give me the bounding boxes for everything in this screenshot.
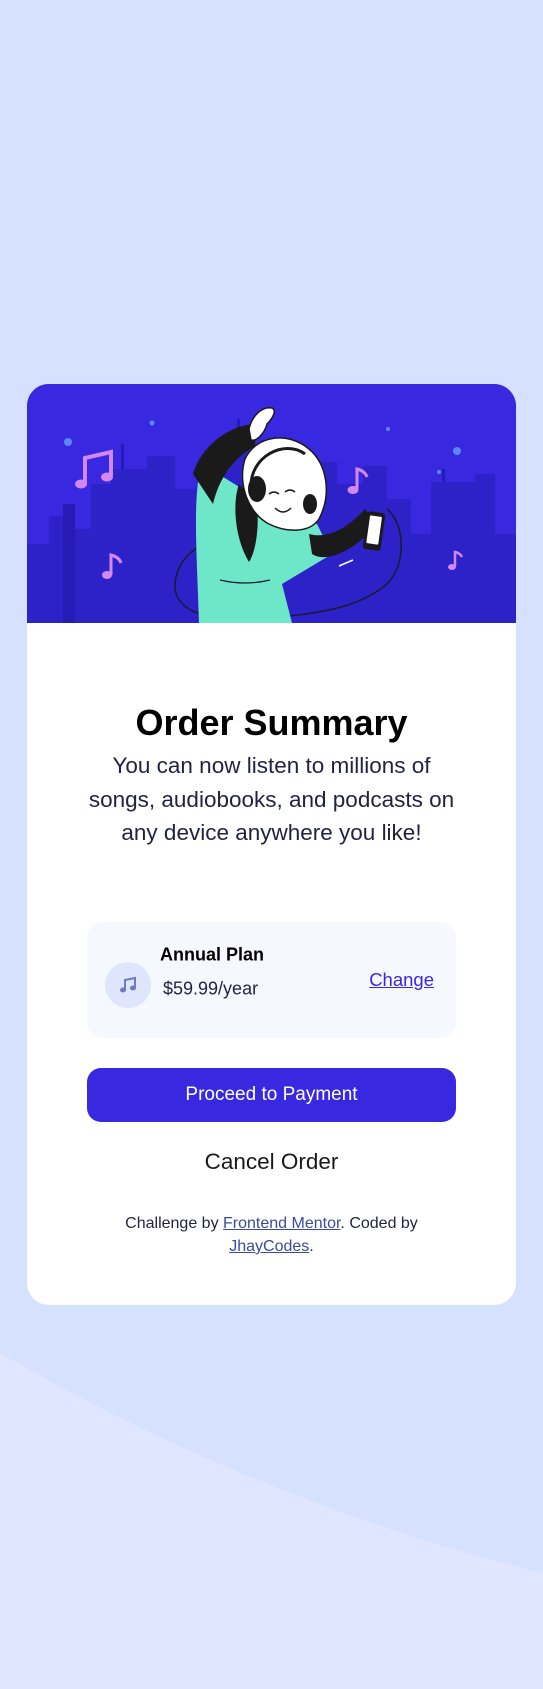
page-title: Order Summary	[135, 702, 408, 743]
attribution: Challenge by Frontend Mentor. Coded by J…	[87, 1212, 456, 1258]
change-plan-link[interactable]: Change	[369, 969, 434, 991]
music-note-icon	[105, 962, 151, 1008]
proceed-to-payment-button[interactable]: Proceed to Payment	[87, 1068, 456, 1122]
attribution-prefix: Challenge by	[125, 1215, 224, 1232]
plan-name: Annual Plan	[160, 944, 265, 965]
frontend-mentor-link[interactable]: Frontend Mentor	[223, 1215, 340, 1232]
attribution-suffix: .	[309, 1238, 314, 1255]
hero-illustration	[27, 384, 516, 623]
order-description: You can now listen to millions of songs,…	[88, 752, 455, 845]
cancel-order-button[interactable]: Cancel Order	[27, 1149, 516, 1175]
plan-summary: Annual Plan $59.99/year Change	[87, 922, 456, 1038]
attribution-middle: . Coded by	[340, 1215, 418, 1232]
plan-price: $59.99/year	[163, 978, 259, 999]
order-summary-card: Order Summary You can now listen to mill…	[27, 384, 516, 1305]
author-link[interactable]: JhayCodes	[229, 1238, 309, 1255]
